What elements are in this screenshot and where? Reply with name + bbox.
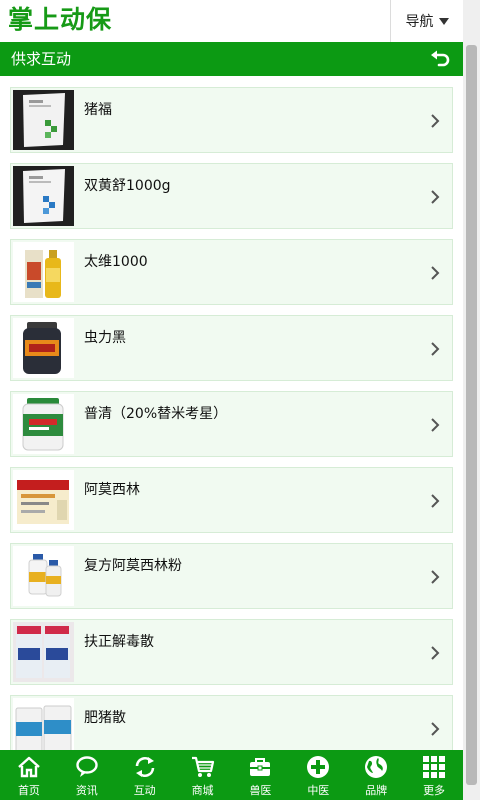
product-name: 扶正解毒散 — [84, 634, 154, 650]
tab-label: 首页 — [17, 784, 40, 797]
list-item[interactable]: 双黄舒1000g — [10, 163, 453, 229]
chevron-right-icon — [431, 722, 440, 736]
product-thumbnail — [13, 242, 74, 302]
section-title: 供求互动 — [11, 50, 72, 68]
tab-shop[interactable]: 商城 — [174, 750, 232, 800]
list-item[interactable]: 复方阿莫西林粉 — [10, 543, 453, 609]
product-name: 阿莫西林 — [84, 482, 140, 498]
chevron-right-icon — [431, 570, 440, 584]
tab-label: 中医 — [307, 784, 330, 797]
app-logo[interactable]: 掌上动保 — [8, 3, 112, 37]
product-name: 虫力黑 — [84, 330, 126, 346]
tab-label: 更多 — [423, 784, 446, 797]
product-name: 普清（20%替米考星） — [84, 406, 228, 422]
globe-icon — [365, 756, 388, 778]
tab-label: 品牌 — [365, 784, 388, 797]
tab-label: 资讯 — [75, 784, 98, 797]
tab-label: 兽医 — [249, 784, 272, 797]
refresh-icon — [135, 757, 154, 777]
bottom-tab-bar: 首页 资讯 互动 商城 兽医 中医 品牌 更多 — [0, 750, 463, 800]
chevron-right-icon — [431, 190, 440, 204]
tab-home[interactable]: 首页 — [0, 750, 58, 800]
tab-label: 商城 — [191, 784, 214, 797]
grid-icon — [423, 756, 446, 778]
chevron-right-icon — [431, 114, 440, 128]
caret-down-icon — [438, 17, 449, 25]
chevron-right-icon — [431, 646, 440, 660]
chevron-right-icon — [431, 418, 440, 432]
tab-more[interactable]: 更多 — [405, 750, 463, 800]
plus-circle-icon — [307, 756, 330, 778]
list-item[interactable]: 普清（20%替米考星） — [10, 391, 453, 457]
tab-interact[interactable]: 互动 — [116, 750, 174, 800]
back-arrow-icon[interactable] — [428, 49, 452, 69]
list-item[interactable]: 虫力黑 — [10, 315, 453, 381]
chevron-right-icon — [431, 494, 440, 508]
chevron-right-icon — [431, 342, 440, 356]
top-header: 掌上动保 导航 — [0, 0, 463, 42]
product-thumbnail — [13, 318, 74, 378]
product-thumbnail — [13, 622, 74, 682]
list-item[interactable]: 肥猪散 — [10, 695, 453, 750]
product-name: 复方阿莫西林粉 — [84, 558, 182, 574]
product-thumbnail — [13, 394, 74, 454]
product-name: 双黄舒1000g — [84, 178, 171, 194]
tab-brand[interactable]: 品牌 — [347, 750, 405, 800]
product-name: 猪福 — [84, 102, 112, 118]
tab-tcm[interactable]: 中医 — [289, 750, 347, 800]
product-name: 肥猪散 — [84, 710, 126, 726]
list-item[interactable]: 猪福 — [10, 87, 453, 153]
home-icon — [18, 756, 40, 778]
section-header: 供求互动 — [0, 42, 463, 76]
nav-menu-label: 导航 — [405, 14, 434, 30]
product-thumbnail — [13, 470, 74, 530]
list-item[interactable]: 阿莫西林 — [10, 467, 453, 533]
product-thumbnail — [13, 166, 74, 226]
list-item[interactable]: 扶正解毒散 — [10, 619, 453, 685]
chevron-right-icon — [431, 266, 440, 280]
product-thumbnail — [13, 90, 74, 150]
cart-icon — [191, 756, 214, 777]
product-list: 猪福 双黄舒1000g 太维1000 虫力黑 普清（20%替米考星） 阿莫西林 … — [0, 76, 463, 750]
tab-label: 互动 — [133, 784, 156, 797]
tab-news[interactable]: 资讯 — [58, 750, 116, 800]
list-item[interactable]: 太维1000 — [10, 239, 453, 305]
nav-menu-button[interactable]: 导航 — [391, 0, 463, 42]
product-name: 太维1000 — [84, 254, 148, 270]
chat-bubble-icon — [76, 756, 98, 777]
product-thumbnail — [13, 698, 74, 750]
tab-vet[interactable]: 兽医 — [232, 750, 290, 800]
medical-kit-icon — [250, 758, 271, 776]
scrollbar-thumb[interactable] — [466, 45, 477, 785]
product-thumbnail — [13, 546, 74, 606]
